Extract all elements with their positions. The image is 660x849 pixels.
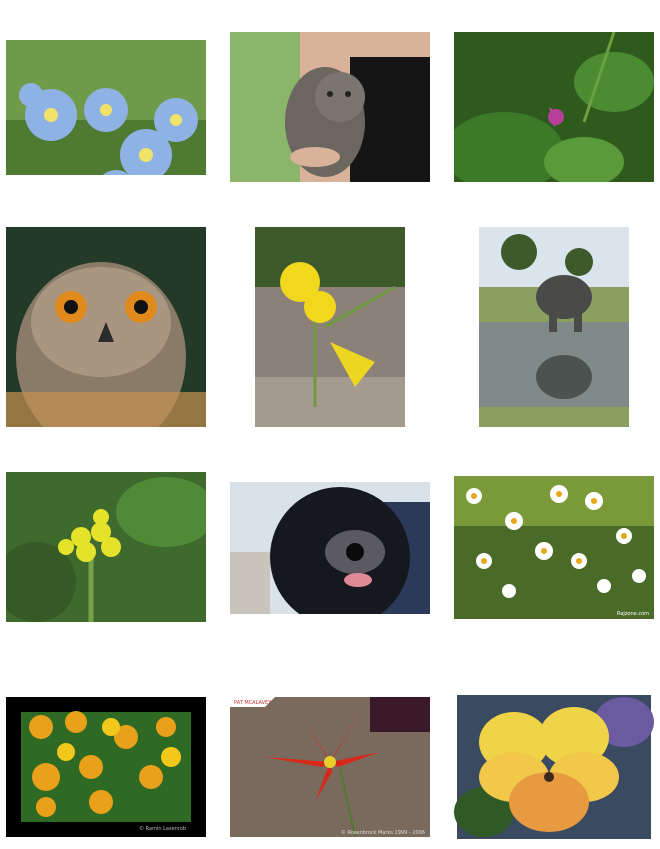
corner-label: PAT MCALAVEY	[234, 700, 272, 706]
elephant-image	[479, 227, 629, 427]
pink-flower-image	[454, 32, 654, 182]
photo-marigolds[interactable]: © Ramin Lasenrob	[6, 697, 206, 837]
marigold-credit: © Ramin Lasenrob	[139, 825, 186, 832]
owl-image	[6, 227, 206, 427]
pansy-image	[454, 692, 654, 842]
yellow-flowers-image	[255, 227, 405, 427]
photo-daisies[interactable]: Rajzone.com	[454, 476, 654, 619]
red-flower-credit: © Rosenbrock Marks 1999 - 2006	[341, 829, 425, 836]
photo-kitten[interactable]	[230, 32, 430, 182]
mustard-flower-image	[6, 472, 206, 622]
photo-mustard-flower[interactable]	[6, 472, 206, 622]
red-flower-image: PAT MCALAVEY © Rosenbrock Marks 1999 - 2…	[230, 697, 430, 837]
marigolds-image: © Ramin Lasenrob	[6, 697, 206, 837]
kitten-image	[230, 32, 430, 182]
photo-yellow-flowers[interactable]	[255, 227, 405, 427]
photo-forget-me-not[interactable]	[6, 40, 206, 175]
photo-red-flower[interactable]: PAT MCALAVEY © Rosenbrock Marks 1999 - 2…	[230, 697, 430, 837]
photo-pansy[interactable]	[454, 692, 654, 842]
photo-pink-flower[interactable]	[454, 32, 654, 182]
photo-elephant[interactable]	[479, 227, 629, 427]
photo-owl[interactable]	[6, 227, 206, 427]
black-dog-image	[230, 482, 430, 614]
forget-me-not-image	[6, 40, 206, 175]
photo-black-dog[interactable]	[230, 482, 430, 614]
daisy-credit: Rajzone.com	[617, 611, 649, 617]
daisies-image: Rajzone.com	[454, 476, 654, 619]
